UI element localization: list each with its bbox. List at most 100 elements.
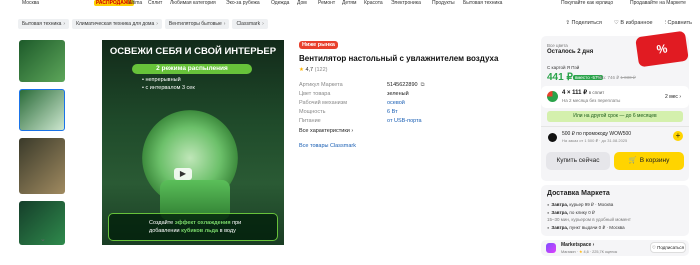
delivery-how: пункт выдачи 0 ₽ · Москва xyxy=(568,225,625,230)
plus-icon[interactable]: + xyxy=(673,131,683,141)
price-without-card: без: 746 ₽ xyxy=(598,75,620,80)
delivery-option-courier[interactable]: Завтра, курьер 99 ₽ · Москва xyxy=(547,202,613,208)
rating-value: 4,7 xyxy=(305,67,314,73)
split-pie-icon xyxy=(547,91,558,102)
breadcrumb-item[interactable]: Бытовая техника › xyxy=(18,19,70,29)
nav-link-clothes[interactable]: Одежда xyxy=(271,0,289,6)
split-term-selector[interactable]: 2 мес › xyxy=(665,94,681,100)
delivery-when: Завтра, xyxy=(551,210,569,215)
promo-title: 500 ₽ по промокоду WOW500 xyxy=(562,131,632,137)
delivery-when: Завтра, xyxy=(551,225,569,230)
image-headline: ОСВЕЖИ СЕБЯ И СВОЙ ИНТЕРЬЕР xyxy=(109,46,277,57)
all-specs-link[interactable]: Все характеристики › xyxy=(299,128,353,134)
nav-link-food[interactable]: Продукты xyxy=(432,0,455,6)
cart-icon: 🛒 xyxy=(628,157,637,164)
review-count: (122) xyxy=(314,67,328,73)
delivery-option-pickup[interactable]: Завтра, пункт выдачи 0 ₽ · Москва xyxy=(547,225,625,231)
seller-name[interactable]: Marketspace › xyxy=(561,242,594,248)
star-icon: ★ xyxy=(299,67,304,73)
breadcrumb: Бытовая техника › Климатическая техника д… xyxy=(18,19,268,29)
caption-highlight: кубиков льда xyxy=(181,228,219,234)
nav-link-favorite-category[interactable]: Любимая категория xyxy=(170,0,216,6)
breadcrumb-item[interactable]: Климатическая техника для дома › xyxy=(72,19,162,29)
spec-key: Мощность xyxy=(299,109,326,115)
chevron-down-icon[interactable]: ⌄ xyxy=(40,235,46,243)
breadcrumb-item[interactable]: Вентиляторы бытовые › xyxy=(164,19,230,29)
delivery-when: Завтра, xyxy=(551,202,569,207)
spec-row: Мощность 6 Вт xyxy=(299,108,479,117)
location-selector[interactable]: Москва xyxy=(22,0,39,6)
thumbnail-2-selected[interactable] xyxy=(19,89,65,131)
brand-products-link[interactable]: Все товары Classmark xyxy=(299,143,356,149)
delivery-sub: 15–30 мин, курьером в удобный момент xyxy=(547,217,631,222)
spec-row: Артикул Маркета 5145622890 ⧉ xyxy=(299,81,479,90)
seller-meta: Магазин · ★ 4,6 · 225,7К оценок xyxy=(561,249,617,254)
nav-link-kids[interactable]: Детям xyxy=(342,0,356,6)
split-note: На 2 месяца без переплаты xyxy=(562,98,621,103)
follow-seller-button[interactable]: ♡ Подписаться xyxy=(650,242,686,253)
buy-panel: % Все цвета Осталось 2 дня С картой Я Пэ… xyxy=(541,30,689,256)
buy-now-button[interactable]: Купить сейчас xyxy=(546,152,610,170)
stock-countdown: Осталось 2 дня xyxy=(547,49,594,55)
top-nav-bar: Москва РАСПРОДАЖА Ultima Сплит Любимая к… xyxy=(0,0,700,8)
seller-logo-icon xyxy=(546,243,556,253)
delivery-title: Доставка Маркета xyxy=(547,190,610,197)
main-product-image[interactable]: ОСВЕЖИ СЕБЯ И СВОЙ ИНТЕРЬЕР 2 режима рас… xyxy=(102,40,284,245)
delivery-card: Доставка Маркета Завтра, курьер 99 ₽ · М… xyxy=(541,185,689,236)
nav-link-split[interactable]: Сплит xyxy=(148,0,162,6)
nav-link-ultima[interactable]: Ultima xyxy=(128,0,142,6)
spec-value-link[interactable]: осевой xyxy=(387,99,405,108)
nav-link-abroad[interactable]: Эко-за рубежа xyxy=(226,0,260,6)
image-footer-caption: Создайте эффект охлаждения при добавлени… xyxy=(108,213,278,241)
thumbnail-1[interactable] xyxy=(19,40,65,82)
price-strikethrough: 1 030 ₽ xyxy=(620,75,636,80)
breadcrumb-label: Classmark xyxy=(236,21,261,27)
gallery-thumbnails xyxy=(19,40,65,252)
image-bullet: • с интервалом 3 сек xyxy=(142,85,195,91)
breadcrumb-item[interactable]: Classmark › xyxy=(232,19,268,29)
caption-text: Создайте xyxy=(149,220,175,226)
seller-type: Магазин · xyxy=(561,250,580,254)
compare-button[interactable]: ⫶ Сравнить xyxy=(665,20,692,27)
caption-text: в воду xyxy=(218,228,236,234)
copy-icon[interactable]: ⧉ xyxy=(421,81,425,90)
nav-link-repair[interactable]: Ремонт xyxy=(318,0,335,6)
other-term-button[interactable]: Или на другой срок — до 6 месяцев xyxy=(547,111,683,122)
chevron-right-icon: › xyxy=(223,21,226,27)
delivery-option-click[interactable]: Завтра, по клику 0 ₽ 15–30 мин, курьером … xyxy=(547,210,631,222)
play-icon[interactable]: ▶ xyxy=(174,168,192,180)
chevron-right-icon: › xyxy=(156,21,158,27)
share-label: Поделиться xyxy=(571,20,602,26)
spec-value-link[interactable]: 6 Вт xyxy=(387,108,398,117)
promo-code-row[interactable]: 500 ₽ по промокоду WOW500 На заказ от 1 … xyxy=(541,126,689,146)
breadcrumb-label: Климатическая техника для дома xyxy=(76,21,155,27)
spec-value: 5145622890 xyxy=(387,82,418,88)
spec-row: Питание от USB-порта xyxy=(299,117,479,126)
sale-percent-icon: % xyxy=(635,30,689,68)
product-rating[interactable]: ★ 4,7 (122) xyxy=(299,67,328,73)
star-icon: ★ xyxy=(579,250,583,254)
nav-link-sell[interactable]: Продавайте на Маркете xyxy=(630,0,686,6)
spec-value-link[interactable]: от USB-порта xyxy=(387,117,422,126)
promo-coin-icon xyxy=(548,133,557,142)
favorite-label: В избранное xyxy=(620,20,653,26)
share-button[interactable]: ⇪ Поделиться xyxy=(565,20,602,27)
nav-link-electronics[interactable]: Электроника xyxy=(391,0,421,6)
split-payment-option[interactable]: 4 × 111 ₽ в сплит На 2 месяца без перепл… xyxy=(541,86,689,108)
caption-highlight: эффект охлаждения xyxy=(174,220,231,226)
price-current: 441 ₽ xyxy=(547,72,573,83)
price-old: без: 746 ₽ 1 030 ₽ xyxy=(598,75,636,81)
nav-link-business[interactable]: Покупайте как юрлицо xyxy=(561,0,613,6)
delivery-how: курьер 99 ₽ · Москва xyxy=(568,202,614,207)
seller-reviews: · 225,7К оценок xyxy=(588,250,618,254)
add-to-cart-button[interactable]: 🛒 В корзину xyxy=(614,152,684,170)
card-label: С картой Я Пэй xyxy=(547,65,580,70)
nav-link-beauty[interactable]: Красота xyxy=(364,0,383,6)
breadcrumb-label: Бытовая техника xyxy=(22,21,62,27)
nav-link-appliances[interactable]: Бытовая техника xyxy=(463,0,502,6)
nav-link-home[interactable]: Дом xyxy=(297,0,307,6)
breadcrumb-label: Вентиляторы бытовые xyxy=(168,21,222,27)
below-market-badge: Ниже рынка xyxy=(299,41,338,49)
favorite-button[interactable]: ♡ В избранное xyxy=(614,20,653,27)
thumbnail-3-video[interactable] xyxy=(19,138,65,194)
